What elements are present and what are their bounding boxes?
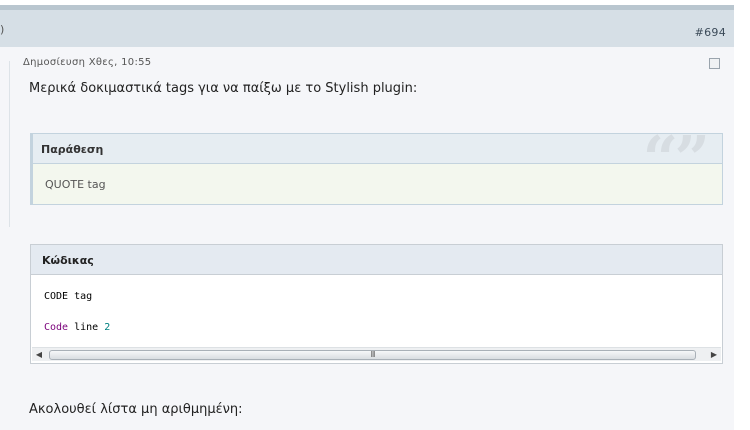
post-header: ) #694 xyxy=(0,10,734,47)
scroll-right-arrow-icon[interactable]: ▶ xyxy=(707,349,721,361)
post-body: Δημοσίευση Χθες, 10:55 Μερικά δοκιμαστικ… xyxy=(0,47,734,430)
scroll-thumb[interactable]: III xyxy=(49,350,696,360)
quote-title: Παράθεση xyxy=(41,143,104,156)
right-margin xyxy=(734,0,750,430)
code-block: Κώδικας CODE tag Code line 2 ◀ III ▶ xyxy=(30,244,723,364)
code-line-2: Code line 2 xyxy=(44,322,110,333)
code-text: line xyxy=(74,322,99,333)
header-left-mark: ) xyxy=(0,23,5,36)
post-outro-text: Ακολουθεί λίστα μη αριθμημένη: xyxy=(29,402,243,417)
post-select-checkbox[interactable] xyxy=(709,58,720,69)
code-line-1: CODE tag xyxy=(44,291,93,302)
code-horizontal-scrollbar[interactable]: ◀ III ▶ xyxy=(32,347,721,361)
code-header: Κώδικας xyxy=(31,245,722,275)
code-keyword: Code xyxy=(44,322,69,333)
post-left-rule xyxy=(9,61,10,227)
scroll-grip-icon: III xyxy=(370,350,375,359)
post-intro-text: Μερικά δοκιμαστικά tags για να παίξω με … xyxy=(29,81,418,96)
quote-header: Παράθεση “” xyxy=(33,122,722,195)
code-title: Κώδικας xyxy=(42,254,94,267)
quote-marks-icon: “” xyxy=(642,122,710,195)
quote-block: Παράθεση “” QUOTE tag xyxy=(30,122,723,205)
quote-content: QUOTE tag xyxy=(45,178,106,191)
scroll-left-arrow-icon[interactable]: ◀ xyxy=(32,349,46,361)
post-date: Δημοσίευση Χθες, 10:55 xyxy=(23,57,152,68)
code-number: 2 xyxy=(104,322,111,333)
post-number-link[interactable]: #694 xyxy=(695,26,726,39)
